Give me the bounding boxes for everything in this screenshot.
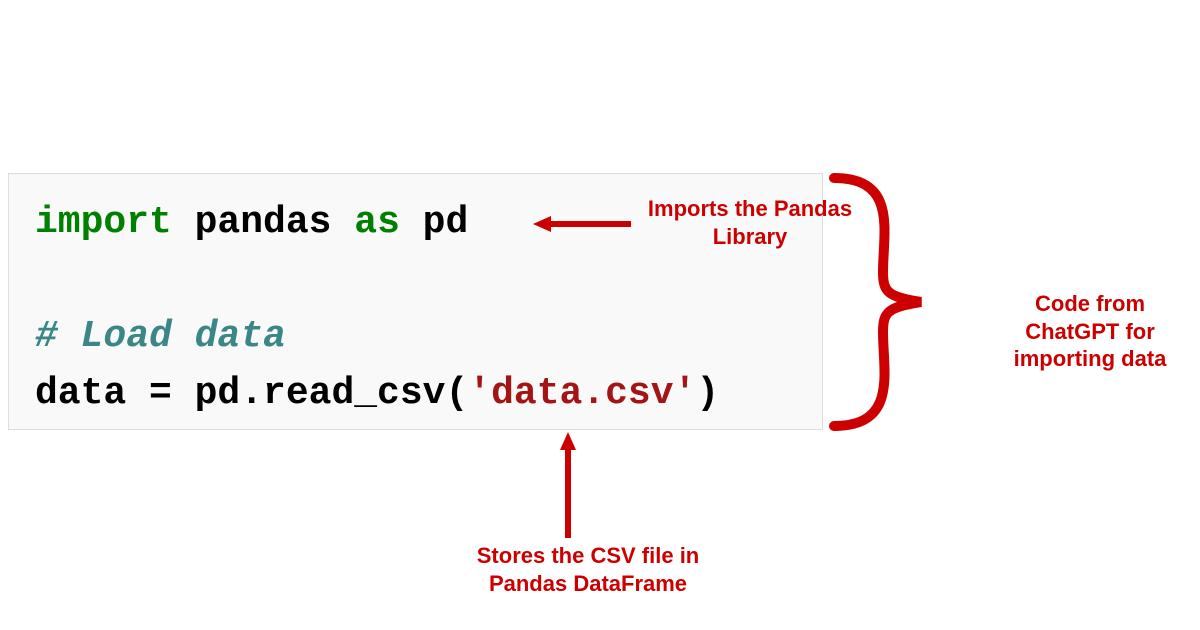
keyword-as: as <box>354 201 400 244</box>
text-assignment: data = pd.read_csv( <box>35 372 468 415</box>
text-paren-close: ) <box>696 372 719 415</box>
code-comment: # Load data <box>35 308 796 365</box>
string-literal: 'data.csv' <box>468 372 696 415</box>
annotation-source: Code from ChatGPT for importing data <box>985 290 1195 373</box>
annotation-stores: Stores the CSV file in Pandas DataFrame <box>458 542 718 597</box>
arrow-left-icon <box>533 216 631 232</box>
keyword-import: import <box>35 201 172 244</box>
blank-line <box>35 251 796 308</box>
curly-brace-icon <box>828 172 978 432</box>
code-line-3: data = pd.read_csv('data.csv') <box>35 365 796 422</box>
arrow-up-icon <box>560 432 576 538</box>
text-pd: pd <box>400 201 468 244</box>
text-pandas: pandas <box>172 201 354 244</box>
